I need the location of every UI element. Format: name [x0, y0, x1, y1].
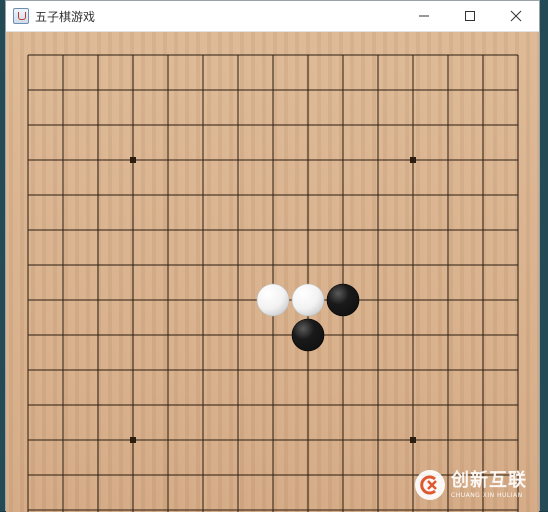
close-button[interactable] — [493, 1, 539, 31]
window-title: 五子棋游戏 — [35, 9, 96, 24]
window-controls — [401, 1, 539, 31]
star-point — [130, 157, 136, 163]
star-point — [130, 437, 136, 443]
minimize-icon — [419, 15, 429, 17]
star-point — [410, 157, 416, 163]
watermark: 创新互联 CHUANG XIN HULIAN — [415, 470, 527, 500]
maximize-icon — [465, 11, 475, 21]
close-icon — [510, 10, 522, 22]
star-point — [410, 437, 416, 443]
game-window: 五子棋游戏 创新互联 CHUANG XIN HULIAN — [5, 0, 540, 512]
board-grid[interactable] — [6, 32, 539, 512]
white-stone[interactable] — [256, 283, 290, 317]
desktop-edge-right — [540, 0, 548, 511]
minimize-button[interactable] — [401, 1, 447, 31]
maximize-button[interactable] — [447, 1, 493, 31]
brand-logo-icon — [415, 470, 445, 500]
title-bar[interactable]: 五子棋游戏 — [6, 1, 539, 32]
watermark-sub: CHUANG XIN HULIAN — [451, 491, 523, 499]
watermark-brand: 创新互联 — [451, 469, 527, 491]
white-stone[interactable] — [291, 283, 325, 317]
gomoku-board[interactable]: 创新互联 CHUANG XIN HULIAN — [6, 32, 539, 512]
java-cup-icon — [13, 8, 29, 24]
black-stone[interactable] — [291, 318, 325, 352]
black-stone[interactable] — [326, 283, 360, 317]
